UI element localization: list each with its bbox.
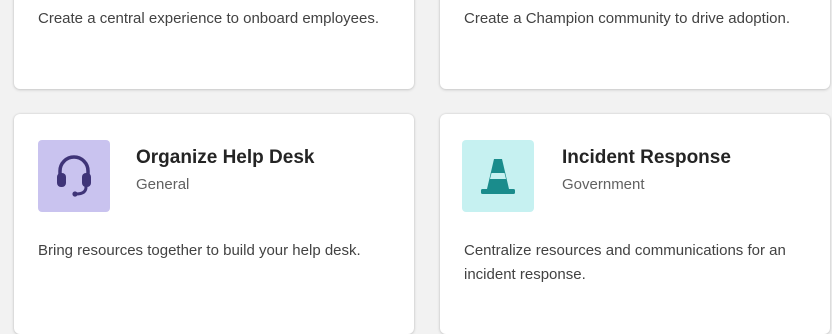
- template-card-incident-response[interactable]: Incident Response Government Centralize …: [440, 114, 830, 334]
- card-category: General: [136, 176, 190, 193]
- card-category: Government: [562, 176, 645, 193]
- card-description: Create a Champion community to drive ado…: [464, 10, 791, 27]
- card-description: Centralize resources and communications …: [464, 242, 786, 283]
- template-card-onboard-employees[interactable]: Create a central experience to onboard e…: [14, 0, 414, 89]
- card-title: Incident Response: [562, 147, 731, 168]
- template-card-champion-community[interactable]: Create a Champion community to drive ado…: [440, 0, 830, 89]
- card-description: Create a central experience to onboard e…: [38, 10, 380, 27]
- card-description: Bring resources together to build your h…: [38, 242, 361, 259]
- headset-icon: [38, 140, 110, 212]
- traffic-cone-icon: [462, 140, 534, 212]
- template-card-organize-help-desk[interactable]: Organize Help Desk General Bring resourc…: [14, 114, 414, 334]
- card-title: Organize Help Desk: [136, 147, 315, 168]
